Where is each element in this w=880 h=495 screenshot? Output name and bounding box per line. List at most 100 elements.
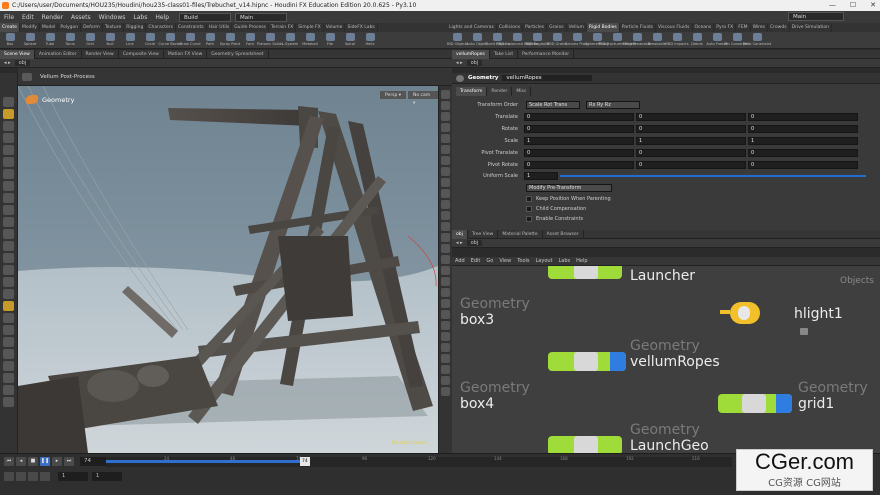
viewport-tool-icon[interactable] <box>3 325 14 335</box>
last-frame-button[interactable]: ⏭ <box>64 457 74 466</box>
shelf-tool-button[interactable]: RBD Impacts <box>665 32 689 49</box>
display-option-icon[interactable] <box>441 321 450 330</box>
param-value-field[interactable]: 0 <box>636 161 746 169</box>
shelf-tool-button[interactable]: RBD Fractured Object <box>598 32 636 49</box>
shelf-tool-button[interactable]: Pin Constraint <box>724 32 750 49</box>
param-value-field[interactable]: 0 <box>636 113 746 121</box>
display-option-icon[interactable] <box>441 266 450 275</box>
shelf-tool-button[interactable]: RBD Ragdolls <box>525 32 549 49</box>
play-button[interactable]: ▸ <box>52 457 62 466</box>
viewport-tool-icon[interactable] <box>3 181 14 191</box>
viewport-tool-icon[interactable] <box>3 361 14 371</box>
tab-render-view[interactable]: Render View <box>82 49 119 59</box>
nav-arrows-icon[interactable]: ◂ ▸ <box>456 240 463 246</box>
first-frame-button[interactable]: ⏮ <box>4 457 14 466</box>
viewport-tool-icon[interactable] <box>3 217 14 227</box>
shelf-tool-button[interactable]: Font <box>240 32 260 49</box>
viewport-tool-icon[interactable] <box>3 121 14 131</box>
param-value-field[interactable]: 0 <box>636 149 746 157</box>
shelf-tool-button[interactable]: Auto Freeze <box>706 32 728 49</box>
shelf-tool-button[interactable]: Breakable <box>647 32 667 49</box>
desktop-main-dropdown[interactable]: Main <box>235 12 288 22</box>
shelf-tool-button[interactable]: Sphere Proxy <box>585 32 609 49</box>
viewport-tool-icon[interactable] <box>3 193 14 203</box>
param-value-field[interactable]: 1 <box>636 137 746 145</box>
shelf-tool-button[interactable]: Path <box>200 32 220 49</box>
display-option-icon[interactable] <box>441 277 450 286</box>
display-option-icon[interactable] <box>441 244 450 253</box>
gear-icon[interactable] <box>456 74 464 82</box>
shelf-tool-button[interactable]: Box <box>0 32 20 49</box>
shelf-tool-button[interactable]: Grid <box>80 32 100 49</box>
net-menu-view[interactable]: View <box>496 258 514 264</box>
viewport-tool-icon[interactable] <box>3 253 14 263</box>
transform-order-dropdown[interactable]: Scale Rot Trans <box>526 101 580 109</box>
display-option-icon[interactable] <box>441 200 450 209</box>
viewport-tool-icon[interactable] <box>3 397 14 407</box>
tab-render[interactable]: Render <box>487 87 513 96</box>
shelf-tool-button[interactable]: Keep Breakable <box>623 32 651 49</box>
param-value-field[interactable]: 0 <box>748 125 858 133</box>
shelf-tool-button[interactable]: Torus <box>60 32 80 49</box>
minimize-button[interactable]: — <box>829 1 836 9</box>
shelf-tool-button[interactable]: Spray Paint <box>220 32 240 49</box>
frame-marker[interactable]: 74 <box>300 457 310 466</box>
param-value-field[interactable]: 0 <box>748 161 858 169</box>
shelf-tool-button[interactable]: Spiral <box>340 32 360 49</box>
viewport-tool-icon[interactable] <box>3 133 14 143</box>
back-arrow-icon[interactable]: ◂ ▸ <box>4 60 11 66</box>
node-box3-name[interactable]: box3 <box>460 312 494 328</box>
timeline-track[interactable]: 24487496120144168192216240 74 <box>106 456 766 467</box>
param-value-field[interactable]: 0 <box>524 125 634 133</box>
display-option-icon[interactable] <box>441 233 450 242</box>
menu-render[interactable]: Render <box>38 14 67 21</box>
param-value-field[interactable]: 0 <box>748 113 858 121</box>
maximize-button[interactable]: ☐ <box>850 1 856 9</box>
shelf-tool-button[interactable]: Line <box>120 32 140 49</box>
persp-dropdown[interactable]: Persp ▾ <box>380 91 407 99</box>
display-option-icon[interactable] <box>441 90 450 99</box>
display-option-icon[interactable] <box>441 343 450 352</box>
rotation-order-dropdown[interactable]: Rx Ry Rz <box>586 101 640 109</box>
viewport-tool-icon[interactable] <box>3 265 14 275</box>
shelf-tool-button[interactable]: Null <box>100 32 120 49</box>
net-menu-help[interactable]: Help <box>573 258 590 264</box>
shelf-tool-button[interactable]: Glued Objects <box>484 32 510 49</box>
menu-help[interactable]: Help <box>151 14 173 21</box>
param-value-field[interactable]: 0 <box>636 125 746 133</box>
gear-icon[interactable] <box>22 72 32 81</box>
shelf-tool-button[interactable]: RBD Instanced Objects <box>496 32 538 49</box>
shelf-tool-button[interactable]: Twist Constraint <box>743 32 771 49</box>
shelf-tool-button[interactable]: RBD Grains <box>547 32 567 49</box>
viewport-tool-icon[interactable] <box>3 97 14 107</box>
params-path[interactable]: obj <box>466 60 483 66</box>
display-option-icon[interactable] <box>441 299 450 308</box>
net-menu-labs[interactable]: Labs <box>556 258 574 264</box>
nav-arrows-icon[interactable]: ◂ ▸ <box>456 60 463 66</box>
loop-icon[interactable] <box>28 472 38 481</box>
menu-assets[interactable]: Assets <box>67 14 95 21</box>
prev-frame-button[interactable]: ◂ <box>16 457 26 466</box>
audio-icon[interactable] <box>16 472 26 481</box>
display-option-icon[interactable] <box>441 310 450 319</box>
net-menu-layout[interactable]: Layout <box>533 258 556 264</box>
tab-obj[interactable]: obj <box>452 229 468 239</box>
shelf-tool-button[interactable]: L-System <box>280 32 300 49</box>
shelf-tool-button[interactable]: Tube <box>40 32 60 49</box>
start-frame-field[interactable]: 1 <box>58 472 88 481</box>
viewport-tool-icon[interactable] <box>3 109 14 119</box>
shelf-tool-button[interactable]: Auto Object <box>466 32 488 49</box>
param-value-field[interactable]: 1 <box>524 137 634 145</box>
net-menu-go[interactable]: Go <box>483 258 496 264</box>
viewport-tool-icon[interactable] <box>3 337 14 347</box>
viewport-tool-icon[interactable] <box>3 145 14 155</box>
checkbox[interactable] <box>526 196 532 202</box>
tab-tree-view[interactable]: Tree View <box>468 229 499 239</box>
net-menu-add[interactable]: Add <box>452 258 468 264</box>
node-name-field[interactable]: vellumRopes <box>502 75 593 81</box>
param-value-field[interactable]: 1 <box>748 137 858 145</box>
shelf-tool-button[interactable]: Curve Bezier <box>159 32 182 49</box>
shelf-tool-button[interactable]: Helix <box>360 32 380 49</box>
pause-button[interactable]: ❚❚ <box>40 457 50 466</box>
tab-vellumropes[interactable]: vellumRopes <box>452 49 490 59</box>
